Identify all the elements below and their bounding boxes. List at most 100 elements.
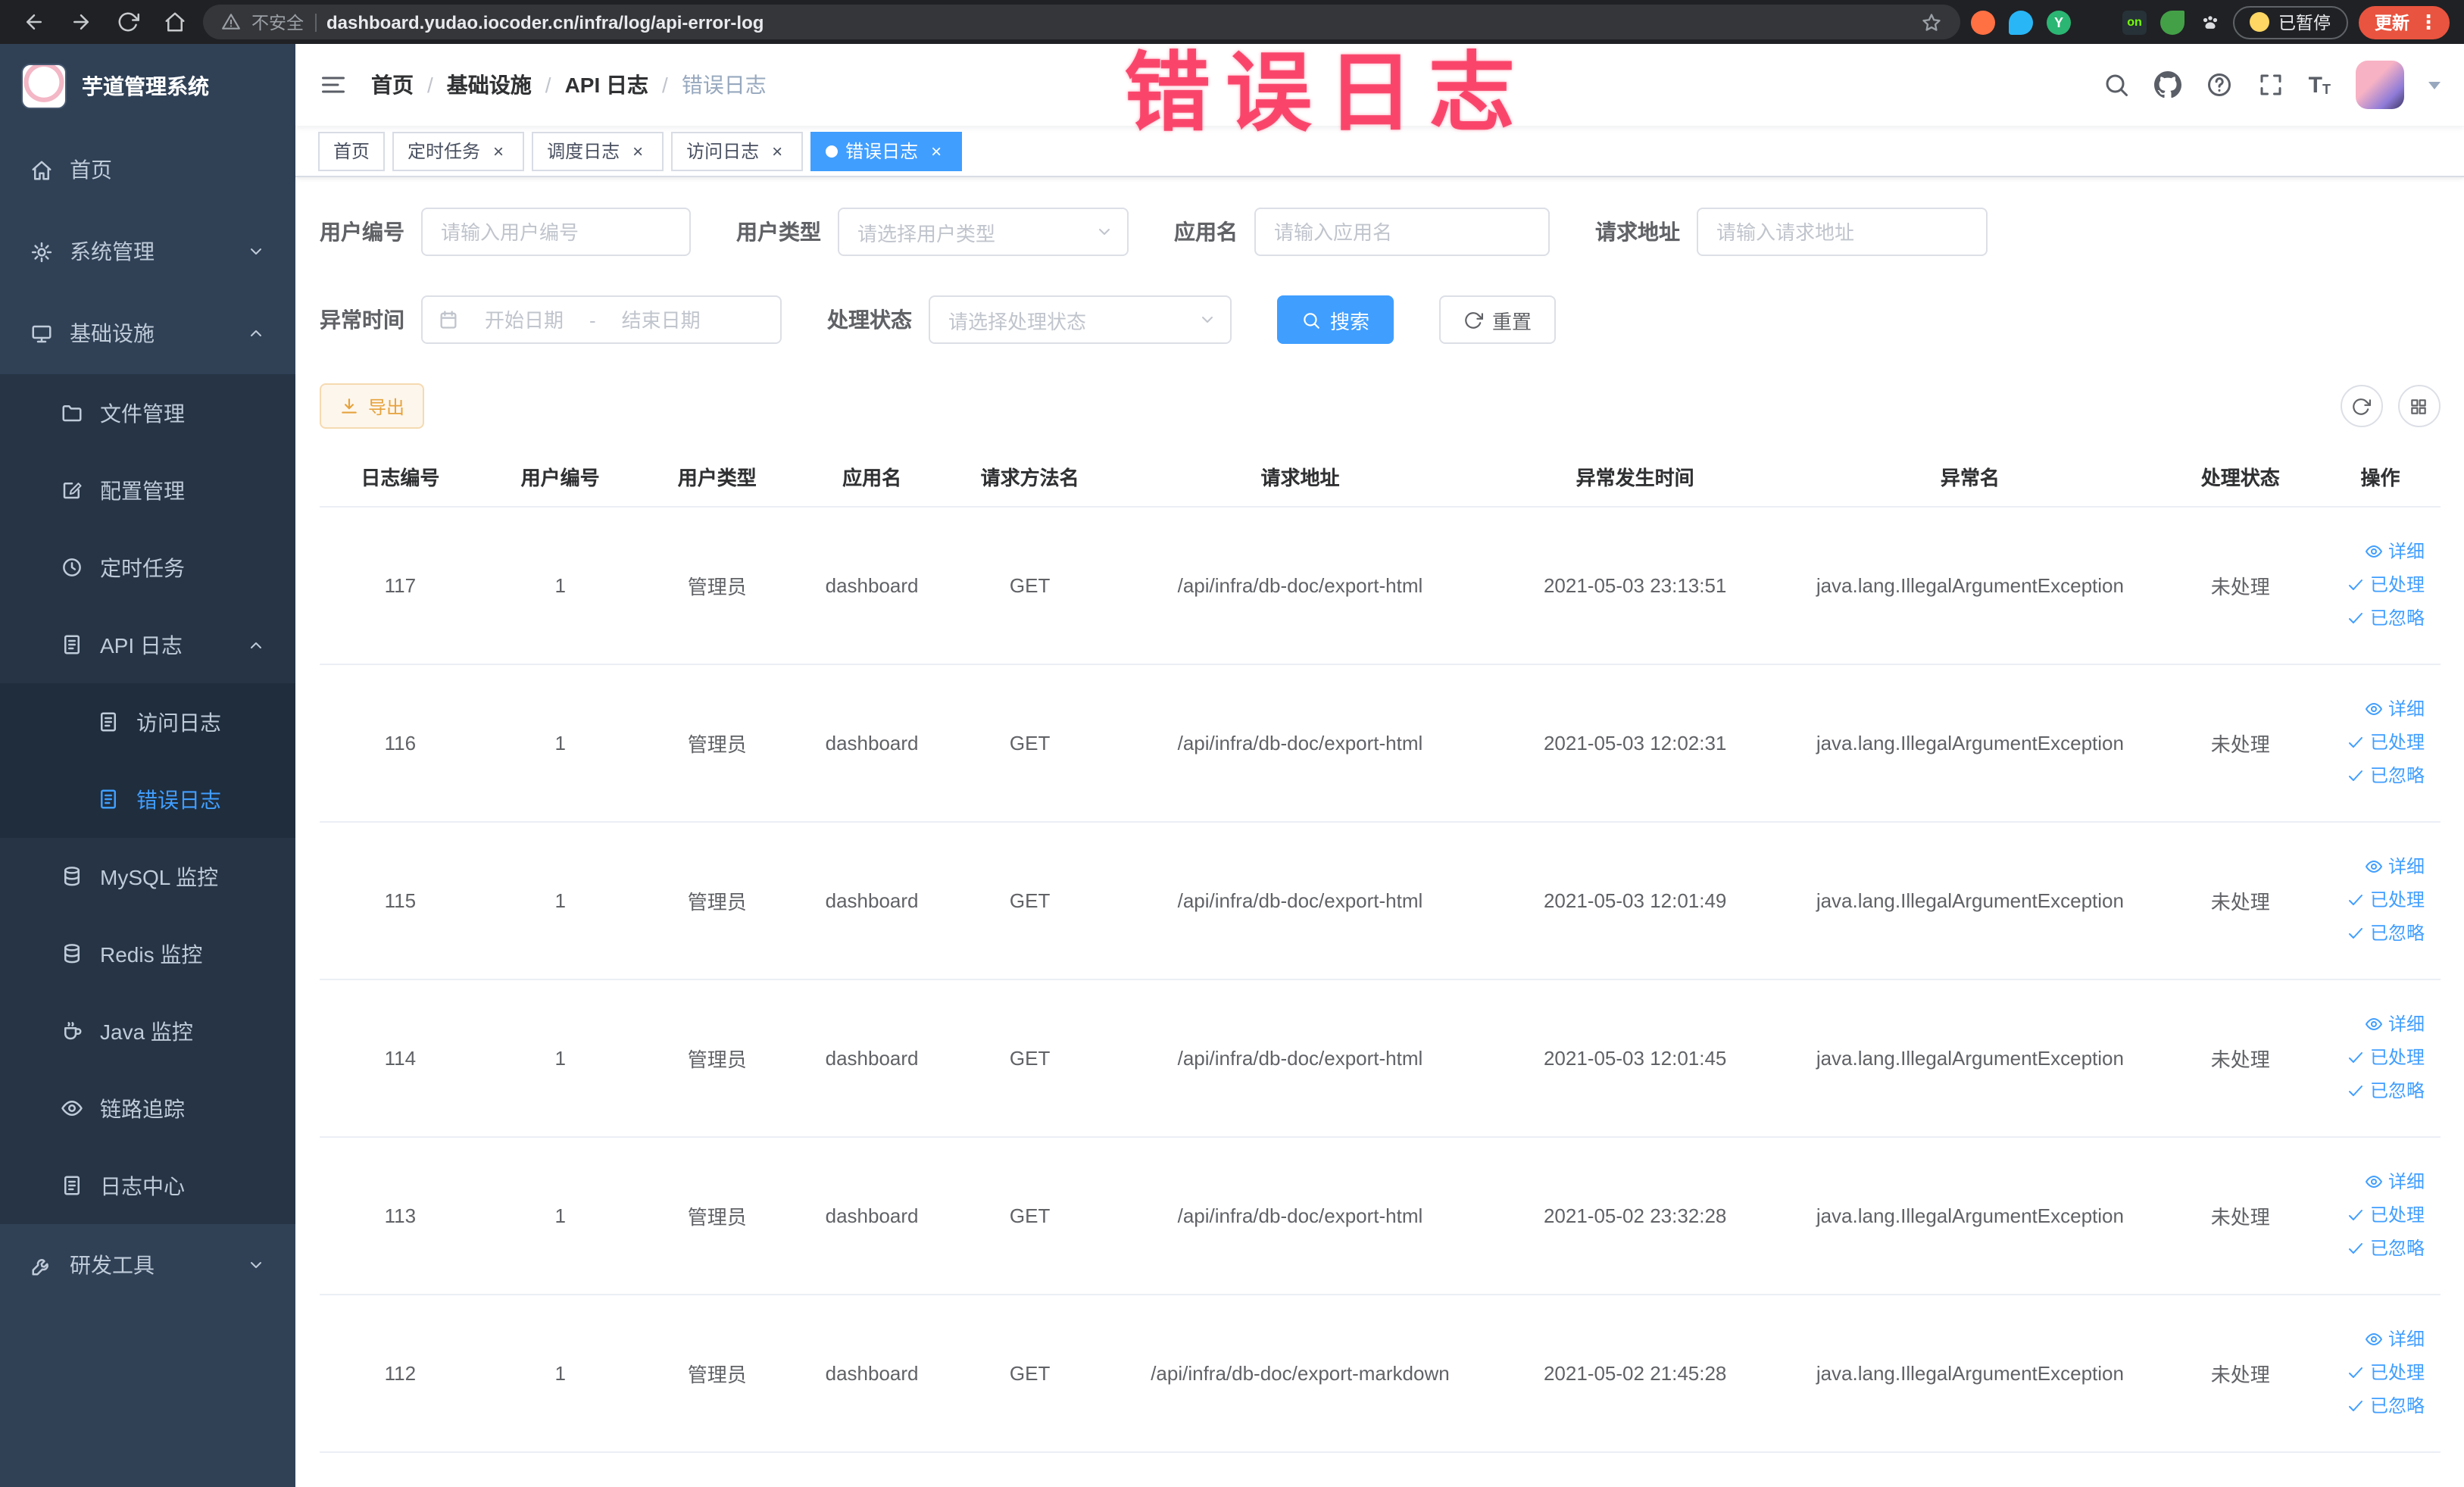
process-status-label: 处理状态: [827, 308, 912, 332]
mark-ignored-link[interactable]: 已忽略: [2347, 919, 2425, 948]
mark-processed-link[interactable]: 已处理: [2347, 570, 2425, 599]
detail-link[interactable]: 详细: [2366, 1167, 2425, 1196]
sidebar-toggle[interactable]: [320, 71, 347, 98]
request-url-input[interactable]: [1697, 208, 1988, 256]
browser-address-bar[interactable]: 不安全 dashboard.yudao.iocoder.cn/infra/log…: [203, 5, 1960, 39]
sidebar-item-dev-tools[interactable]: 研发工具: [0, 1224, 295, 1306]
cell-method: GET: [949, 1136, 1110, 1295]
extension-icon-orange-circle[interactable]: [1971, 10, 1995, 34]
recording-paused-chip[interactable]: 已暂停: [2233, 5, 2347, 39]
mark-processed-link[interactable]: 已处理: [2347, 886, 2425, 914]
sidebar-item-scheduled-tasks[interactable]: 定时任务: [0, 529, 295, 606]
detail-link[interactable]: 详细: [2366, 852, 2425, 881]
sidebar-item-system-management[interactable]: 系统管理: [0, 211, 295, 292]
cell-exception-name: java.lang.IllegalArgumentException: [1780, 506, 2160, 664]
fullscreen-icon[interactable]: [2257, 71, 2284, 98]
close-icon[interactable]: ×: [488, 140, 509, 161]
mark-ignored-link[interactable]: 已忽略: [2347, 1076, 2425, 1105]
sidebar-item-redis-monitor[interactable]: Redis 监控: [0, 915, 295, 992]
mark-processed-link[interactable]: 已处理: [2347, 728, 2425, 757]
exception-time-range-picker[interactable]: -: [421, 295, 782, 344]
font-size-icon[interactable]: TT: [2309, 73, 2331, 96]
browser-home-button[interactable]: [156, 4, 192, 40]
tab-error-log[interactable]: 错误日志 ×: [810, 131, 963, 170]
close-icon[interactable]: ×: [767, 140, 788, 161]
extension-icon-blue-grid[interactable]: [2085, 10, 2109, 34]
mark-processed-link[interactable]: 已处理: [2347, 1358, 2425, 1387]
sidebar-item-home[interactable]: 首页: [0, 129, 295, 211]
github-icon[interactable]: [2153, 71, 2181, 98]
clock-icon: [63, 558, 81, 576]
sidebar-item-api-log[interactable]: API 日志: [0, 606, 295, 683]
sidebar-item-java-monitor[interactable]: Java 监控: [0, 992, 295, 1070]
page-content: 用户编号 用户类型 请选择用户类型 应用名: [295, 177, 2464, 1487]
close-icon[interactable]: ×: [926, 140, 947, 161]
close-icon[interactable]: ×: [627, 140, 648, 161]
process-status-select[interactable]: 请选择处理状态: [929, 295, 1232, 344]
breadcrumb-item-home[interactable]: 首页: [371, 70, 414, 100]
column-settings-button[interactable]: [2397, 385, 2440, 427]
cell-user-id: 1: [480, 1136, 640, 1295]
cell-status: 未处理: [2160, 821, 2322, 979]
sidebar-item-mysql-monitor[interactable]: MySQL 监控: [0, 838, 295, 915]
reset-button[interactable]: 重置: [1439, 295, 1557, 344]
sidebar-item-file-management[interactable]: 文件管理: [0, 374, 295, 451]
export-button[interactable]: 导出: [320, 383, 425, 429]
bookmark-star-icon[interactable]: [1921, 11, 1942, 33]
browser-reload-button[interactable]: [109, 4, 145, 40]
tab-access-log[interactable]: 访问日志 ×: [671, 131, 804, 170]
start-date-input[interactable]: [468, 308, 580, 331]
browser-update-button[interactable]: 更新 ⋮: [2358, 5, 2449, 39]
browser-back-button[interactable]: [15, 4, 52, 40]
browser-forward-button[interactable]: [62, 4, 98, 40]
detail-link[interactable]: 详细: [2366, 1325, 2425, 1354]
cell-status: 未处理: [2160, 979, 2322, 1137]
download-icon: [342, 398, 357, 413]
extension-icon-green-circle[interactable]: Y: [2047, 10, 2071, 34]
mark-ignored-link[interactable]: 已忽略: [2347, 1392, 2425, 1420]
help-icon[interactable]: [2206, 71, 2233, 98]
breadcrumb-item-infrastructure[interactable]: 基础设施: [447, 70, 532, 100]
avatar[interactable]: [2355, 61, 2403, 109]
extension-icon-paw[interactable]: [2198, 10, 2222, 34]
cell-status: 未处理: [2160, 664, 2322, 822]
sidebar-item-config-management[interactable]: 配置管理: [0, 451, 295, 529]
sidebar-item-infrastructure[interactable]: 基础设施: [0, 292, 295, 374]
table-row: 114 1 管理员 dashboard GET /api/infra/db-do…: [320, 979, 2440, 1137]
url-separator: [314, 13, 316, 31]
extension-icon-green-leaf[interactable]: [2160, 10, 2184, 34]
sidebar-item-link-tracing[interactable]: 链路追踪: [0, 1070, 295, 1147]
sidebar-item-access-log[interactable]: 访问日志: [0, 683, 295, 761]
sidebar-item-log-center[interactable]: 日志中心: [0, 1147, 295, 1224]
detail-link[interactable]: 详细: [2366, 537, 2425, 566]
user-type-select[interactable]: 请选择用户类型: [838, 208, 1129, 256]
app-name-input[interactable]: [1254, 208, 1550, 256]
detail-link[interactable]: 详细: [2366, 695, 2425, 723]
mark-ignored-link[interactable]: 已忽略: [2347, 604, 2425, 633]
tab-schedule-log[interactable]: 调度日志 ×: [532, 131, 664, 170]
search-button[interactable]: 搜索: [1277, 295, 1394, 344]
cell-user-id: 1: [480, 1294, 640, 1452]
tab-scheduled-tasks[interactable]: 定时任务 ×: [392, 131, 525, 170]
sidebar-item-error-log[interactable]: 错误日志: [0, 761, 295, 838]
cell-request-url: /api/infra/db-doc/export-html: [1110, 664, 1490, 822]
breadcrumb-item-api-log[interactable]: API 日志: [565, 70, 648, 100]
detail-link[interactable]: 详细: [2366, 1010, 2425, 1039]
tab-label: 访问日志: [686, 141, 760, 162]
end-date-input[interactable]: [604, 308, 717, 331]
app-logo[interactable]: 芋道管理系统: [0, 44, 295, 129]
search-icon[interactable]: [2103, 71, 2130, 98]
user-id-input[interactable]: [421, 208, 691, 256]
refresh-button[interactable]: [2340, 385, 2382, 427]
caret-down-icon[interactable]: [2428, 81, 2440, 89]
mark-processed-link[interactable]: 已处理: [2347, 1201, 2425, 1229]
extension-icon-on-badge[interactable]: on: [2122, 10, 2147, 34]
extension-icon-blue-drop[interactable]: [2009, 10, 2033, 34]
mark-ignored-link[interactable]: 已忽略: [2347, 761, 2425, 790]
document-icon: [64, 635, 80, 654]
mark-processed-link[interactable]: 已处理: [2347, 1043, 2425, 1072]
tab-home[interactable]: 首页: [318, 131, 386, 170]
chevron-down-icon: [251, 1262, 261, 1268]
mark-ignored-link[interactable]: 已忽略: [2347, 1234, 2425, 1263]
menu-label: 文件管理: [100, 401, 185, 425]
